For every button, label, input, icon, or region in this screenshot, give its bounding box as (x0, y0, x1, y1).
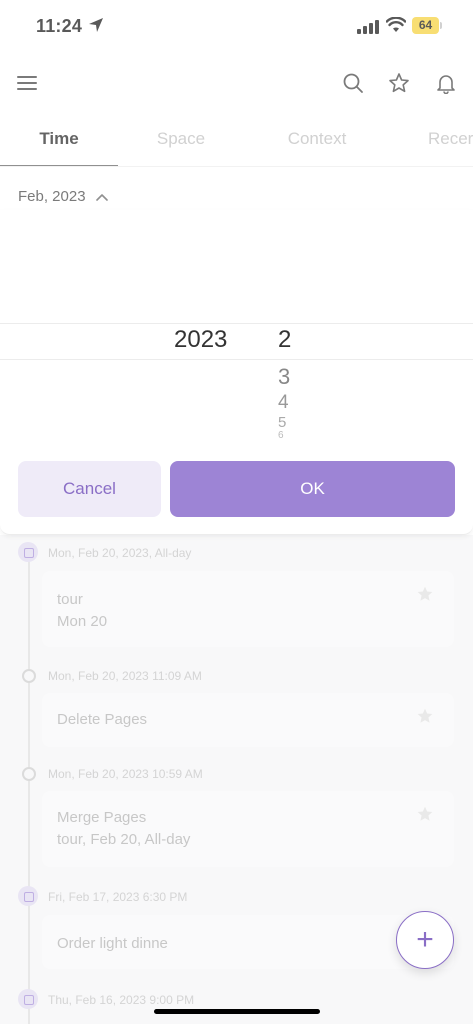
chevron-up-icon (95, 193, 108, 201)
tab-space[interactable]: Space (122, 115, 240, 166)
notifications-button[interactable] (433, 70, 459, 96)
tab-space-label: Space (156, 129, 206, 148)
timeline-card[interactable]: Order light dinne (42, 915, 454, 969)
active-tab-indicator (0, 165, 118, 166)
view-tabs: Time Space Context Recer (0, 115, 473, 167)
calendar-event-icon (18, 989, 38, 1009)
app-header (0, 50, 473, 115)
timeline-date: Mon, Feb 20, 2023 11:09 AM (48, 669, 202, 683)
tab-context-label: Context (287, 129, 347, 148)
star-icon[interactable] (416, 805, 434, 823)
timeline-card-title: Order light dinne (57, 935, 168, 952)
month-year-picker: 2023 2 3 4 5 6 Cancel OK (0, 210, 473, 535)
search-icon (343, 73, 363, 93)
timeline-card-title: Delete Pages (57, 711, 148, 728)
ok-button[interactable]: OK (170, 461, 455, 517)
month-selector[interactable]: Feb, 2023 (18, 188, 108, 205)
status-time: 11:24 (36, 16, 83, 36)
star-icon[interactable] (416, 585, 434, 603)
timeline-dot (22, 669, 36, 683)
favorites-button[interactable] (386, 70, 412, 96)
timeline-card[interactable]: tour Mon 20 (42, 571, 454, 647)
cancel-button[interactable]: Cancel (18, 461, 161, 517)
tab-recent[interactable]: Recer (420, 115, 473, 166)
location-arrow-icon (89, 18, 103, 32)
calendar-event-icon (18, 886, 38, 906)
battery-level: 64 (412, 17, 439, 34)
bell-icon (437, 75, 455, 94)
year-wheel-selected[interactable]: 2023 (174, 326, 227, 354)
month-label: Feb, 2023 (18, 188, 86, 205)
cellular-signal-icon (357, 20, 379, 34)
month-wheel-selected[interactable]: 2 (278, 326, 291, 354)
plus-icon: + (416, 923, 434, 956)
timeline-date: Thu, Feb 16, 2023 9:00 PM (48, 993, 195, 1007)
tab-recent-label: Recer (428, 129, 473, 148)
month-wheel-option[interactable]: 5 (278, 414, 286, 431)
search-button[interactable] (340, 70, 366, 96)
calendar-event-icon (18, 542, 38, 562)
month-wheel-option[interactable]: 4 (278, 392, 289, 414)
timeline-card-title: Merge Pages (57, 809, 147, 826)
star-icon (389, 73, 409, 93)
wifi-icon (386, 17, 406, 32)
month-wheel-option[interactable]: 3 (278, 364, 290, 390)
add-button[interactable]: + (396, 911, 454, 969)
hamburger-menu-icon (17, 76, 37, 90)
timeline-dot (22, 767, 36, 781)
timeline-card[interactable]: Delete Pages (42, 693, 454, 747)
timeline-card-subtitle: Mon 20 (57, 613, 108, 630)
timeline-date: Mon, Feb 20, 2023, All-day (48, 546, 192, 560)
status-bar: 11:24 64 (0, 0, 473, 50)
home-indicator[interactable] (154, 1009, 320, 1014)
tab-time[interactable]: Time (0, 115, 118, 166)
picker-selection-line (0, 323, 473, 324)
timeline-date: Fri, Feb 17, 2023 6:30 PM (48, 890, 188, 904)
timeline-card[interactable]: Merge Pages tour, Feb 20, All-day (42, 791, 454, 867)
star-icon[interactable] (416, 707, 434, 725)
picker-selection-line (0, 359, 473, 360)
menu-button[interactable] (14, 70, 40, 96)
month-wheel-option[interactable]: 6 (278, 430, 284, 438)
timeline-card-title: tour (57, 591, 83, 608)
tab-context[interactable]: Context (258, 115, 376, 166)
battery-icon: 64 (412, 17, 442, 34)
timeline-line (28, 555, 30, 1024)
timeline-date: Mon, Feb 20, 2023 10:59 AM (48, 767, 203, 781)
tab-time-label: Time (39, 129, 79, 148)
timeline-card-subtitle: tour, Feb 20, All-day (57, 831, 191, 848)
